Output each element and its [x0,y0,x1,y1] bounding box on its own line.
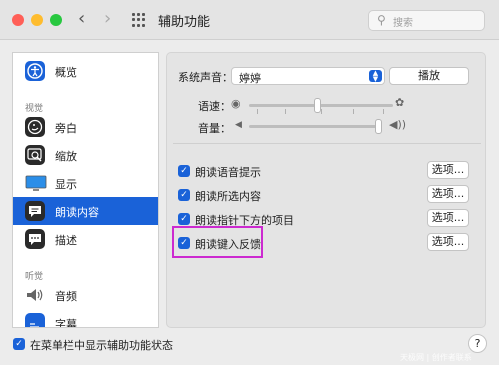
speak-under-pointer-checkbox[interactable]: ✓ [178,213,190,225]
show-in-menu-bar-label: 在菜单栏中显示辅助功能状态 [30,339,173,352]
speak-selection-checkbox[interactable]: ✓ [178,189,190,201]
system-voice-value: 婷婷 [239,72,261,85]
window-title: 辅助功能 [158,15,211,30]
accessibility-icon [25,61,45,81]
volume-label: 音量： [198,122,231,135]
speak-announcements-options-button[interactable]: 选项... [427,161,469,179]
chevron-updown-icon: ▲ ▼ [369,70,382,83]
divider [173,143,481,144]
sidebar-item-audio[interactable]: 音频 [13,281,158,309]
sidebar-item-overview[interactable]: 概览 [13,57,158,85]
rate-slider-tick [383,109,384,114]
sidebar[interactable]: 概览 视觉 旁白 缩放 显示 朗读内容 描述 听觉 音频 字幕 [12,52,159,328]
help-button[interactable]: ? [468,334,487,353]
volume-high-icon: ◀)) [389,118,407,131]
captions-icon [25,313,45,327]
sidebar-item-label: 字幕 [55,318,77,328]
zoom-icon [25,145,45,165]
speak-selection-label: 朗读所选内容 [195,190,261,203]
turtle-icon: ◉ [231,97,241,110]
volume-slider-track[interactable] [249,125,379,128]
speak-announcements-label: 朗读语音提示 [195,166,261,179]
search-input[interactable]: ⚲ 搜索 [368,10,485,31]
typing-feedback-options-button[interactable]: 选项... [427,233,469,251]
system-voice-label: 系统声音： [178,71,233,84]
rate-slider-track[interactable] [249,104,393,107]
window-toolbar: ‹ › 辅助功能 ⚲ 搜索 [0,0,499,40]
sidebar-item-label: 缩放 [55,150,77,163]
speaker-icon [25,285,45,305]
rate-label: 语速： [198,100,231,113]
sidebar-item-label: 朗读内容 [55,206,99,219]
sidebar-item-display[interactable]: 显示 [13,169,158,197]
show-all-grid-icon[interactable] [132,13,146,27]
sidebar-item-label: 描述 [55,234,77,247]
sidebar-item-zoom[interactable]: 缩放 [13,141,158,169]
volume-low-icon: ◀ [235,120,242,130]
sidebar-item-captions[interactable]: 字幕 [13,309,158,328]
rate-slider-thumb[interactable] [314,98,321,113]
sidebar-item-voiceover[interactable]: 旁白 [13,113,158,141]
volume-slider-thumb[interactable] [375,119,382,134]
rate-slider-tick [321,109,322,114]
rabbit-icon: ✿ [395,96,405,109]
watermark: 天极网 | 创作者联系 [400,353,472,362]
sidebar-item-descriptions[interactable]: 描述 [13,225,158,253]
close-window-button[interactable] [12,14,24,26]
play-button[interactable]: 播放 [389,67,469,85]
zoom-window-button[interactable] [50,14,62,26]
system-voice-select[interactable]: 婷婷 ▲ ▼ [231,67,385,85]
sidebar-item-label: 显示 [55,178,77,191]
sidebar-item-spoken-content[interactable]: 朗读内容 [13,197,158,225]
descriptions-icon [25,229,45,249]
minimize-window-button[interactable] [31,14,43,26]
search-placeholder: 搜索 [393,18,413,29]
rate-slider-tick [257,109,258,114]
sidebar-item-label: 旁白 [55,122,77,135]
display-icon [25,173,47,193]
speak-under-pointer-options-button[interactable]: 选项... [427,209,469,227]
speak-announcements-checkbox[interactable]: ✓ [178,165,190,177]
back-arrow-icon[interactable]: ‹ [78,9,85,29]
voiceover-icon [25,117,45,137]
show-in-menu-bar-checkbox[interactable]: ✓ [13,338,25,350]
highlight-box [172,226,263,258]
rate-slider-tick [353,109,354,114]
speak-selection-options-button[interactable]: 选项... [427,185,469,203]
sidebar-item-label: 概览 [55,66,77,79]
search-icon: ⚲ [377,13,386,27]
rate-slider-tick [285,109,286,114]
forward-arrow-icon[interactable]: › [104,9,111,29]
spoken-content-panel: 系统声音： 婷婷 ▲ ▼ 播放 语速： ◉ ✿ 音量： ◀ ◀)) ✓ 朗读语音提… [166,52,486,328]
speech-bubble-icon [25,201,45,221]
sidebar-item-label: 音频 [55,290,77,303]
